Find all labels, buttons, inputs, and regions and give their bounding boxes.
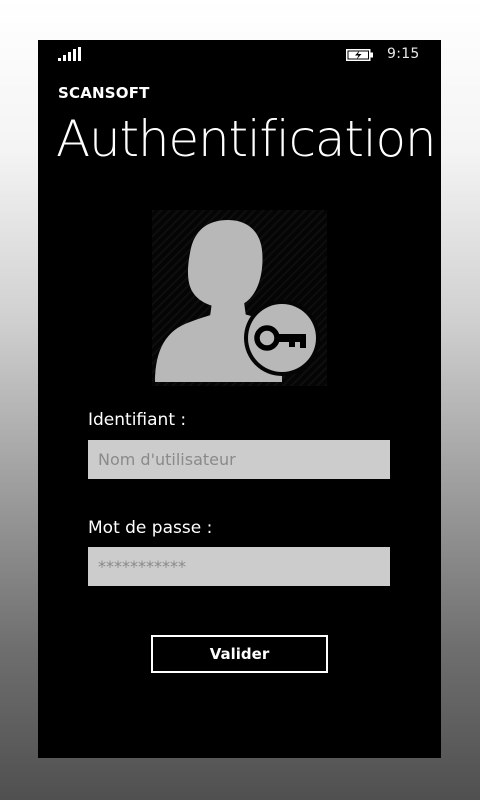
username-input[interactable]	[88, 440, 390, 479]
status-bar: 9:15	[38, 40, 441, 70]
status-time: 9:15	[387, 46, 420, 62]
user-key-icon	[155, 220, 320, 382]
password-label: Mot de passe :	[88, 518, 213, 538]
username-label: Identifiant :	[88, 410, 187, 430]
signal-strength-icon	[58, 47, 81, 61]
validate-button[interactable]: Valider	[151, 635, 328, 673]
phone-screen: 9:15 SCANSOFT Authentification Identifia…	[38, 40, 441, 758]
app-name: SCANSOFT	[58, 84, 150, 102]
battery-charging-icon	[346, 49, 373, 61]
avatar	[152, 210, 327, 386]
password-input[interactable]	[88, 547, 390, 586]
page-title: Authentification	[56, 110, 437, 168]
